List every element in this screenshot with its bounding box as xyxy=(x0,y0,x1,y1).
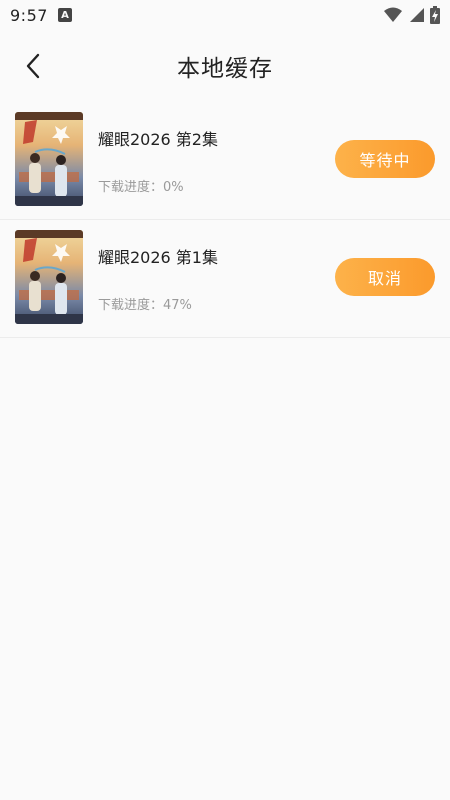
notification-icon: A xyxy=(57,8,72,22)
signal-icon xyxy=(410,8,424,22)
status-bar: 9:57 A xyxy=(0,0,450,30)
download-title: 耀眼2026 第2集 xyxy=(98,130,218,149)
status-icons xyxy=(384,6,440,24)
download-item[interactable]: 耀眼2026 第1集 下载进度：47% 取消 xyxy=(0,220,450,338)
wifi-icon xyxy=(384,7,402,22)
battery-charging-icon xyxy=(430,6,440,24)
chevron-left-icon xyxy=(26,53,40,79)
page-title: 本地缓存 xyxy=(177,56,273,82)
header: 本地缓存 xyxy=(0,30,450,102)
download-progress: 下载进度：47% xyxy=(98,298,192,313)
back-button[interactable] xyxy=(18,50,48,82)
download-list: 耀眼2026 第2集 下载进度：0% 等待中 耀眼2026 第1集 下载进度：4… xyxy=(0,102,450,338)
status-time: 9:57 xyxy=(10,5,48,25)
drama-poster-thumbnail[interactable] xyxy=(15,112,83,206)
cancel-button[interactable]: 取消 xyxy=(335,258,435,296)
download-item[interactable]: 耀眼2026 第2集 下载进度：0% 等待中 xyxy=(0,102,450,220)
drama-poster-thumbnail[interactable] xyxy=(15,230,83,324)
download-title: 耀眼2026 第1集 xyxy=(98,248,218,267)
waiting-button[interactable]: 等待中 xyxy=(335,140,435,178)
download-progress: 下载进度：0% xyxy=(98,180,184,195)
